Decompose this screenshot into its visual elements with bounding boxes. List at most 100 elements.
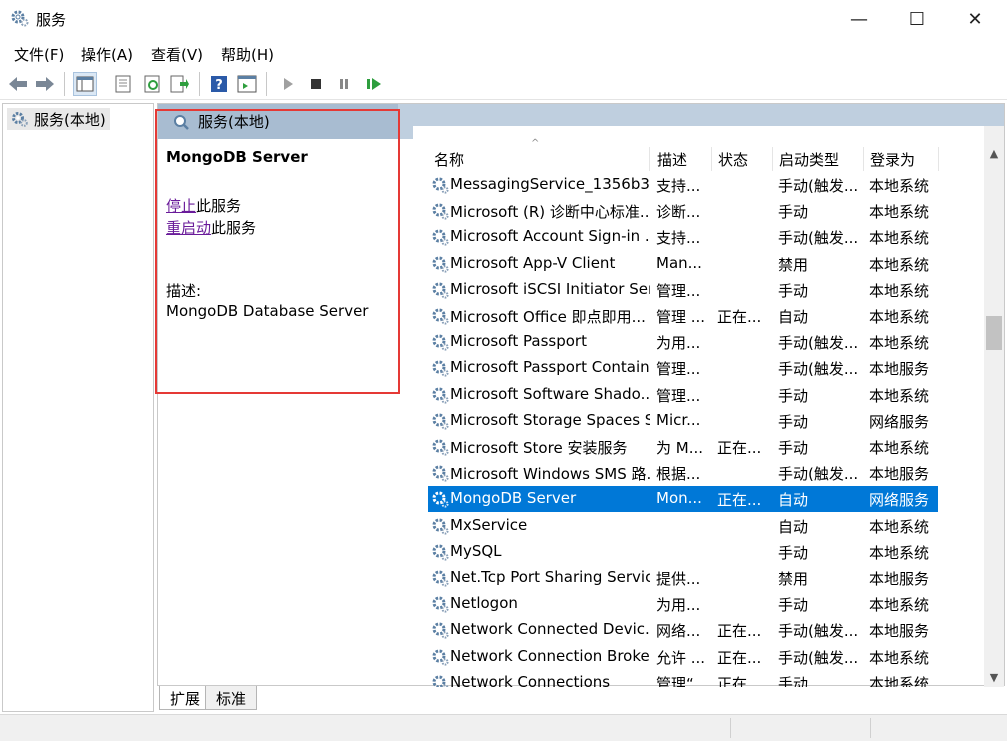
cell-log-on-as: 本地服务 <box>869 360 930 378</box>
cell-startup-type: 自动 <box>778 308 809 326</box>
menu-help[interactable]: 帮助(H) <box>221 44 274 65</box>
cell-name: Microsoft (R) 诊断中心标准... <box>450 203 650 221</box>
cell-log-on-as: 本地服务 <box>869 465 930 483</box>
status-bar <box>0 714 1007 741</box>
table-row[interactable]: Netlogon 为用... 手动 本地系统 <box>428 591 938 617</box>
service-gear-icon <box>432 203 449 220</box>
pause-service-icon[interactable] <box>332 72 356 96</box>
cell-status: 正在... <box>717 308 762 326</box>
table-row[interactable]: Microsoft Passport Container 管理... 手动(触发..… <box>428 355 938 381</box>
table-row[interactable]: Microsoft Store 安装服务 为 M... 正在... 手动 本地系统 <box>428 434 938 460</box>
scroll-up-arrow-icon[interactable]: ▲ <box>984 144 1004 162</box>
cell-log-on-as: 本地系统 <box>869 256 930 274</box>
tab-extended[interactable]: 扩展 <box>159 686 212 710</box>
table-row[interactable]: Microsoft iSCSI Initiator Ser... 管理... 手动 本… <box>428 277 938 303</box>
scroll-thumb[interactable] <box>986 316 1002 350</box>
cell-log-on-as: 本地系统 <box>869 203 930 221</box>
show-tree-icon[interactable] <box>73 72 97 96</box>
column-log-on-as[interactable]: 登录为 <box>864 147 939 171</box>
menu-view[interactable]: 查看(V) <box>151 44 203 65</box>
cell-log-on-as: 本地系统 <box>869 518 930 536</box>
column-description[interactable]: 描述 <box>651 147 712 171</box>
service-gear-icon <box>432 282 449 299</box>
pane-header: 服务(本地) <box>158 104 398 139</box>
toolbar: ? <box>0 68 1007 100</box>
toolbar-separator <box>199 72 200 96</box>
table-row[interactable]: Microsoft Account Sign-in ... 支持... 手动(触发.… <box>428 224 938 250</box>
restart-service-link[interactable]: 重启动 <box>166 219 211 237</box>
cell-startup-type: 禁用 <box>778 570 809 588</box>
help-icon[interactable]: ? <box>207 72 231 96</box>
service-gear-icon <box>432 465 449 482</box>
column-name[interactable]: 名称 <box>428 147 650 171</box>
cell-description: 管理... <box>656 360 701 378</box>
table-row[interactable]: Network Connection Broker 允许 ... 正在... 手动(触… <box>428 644 938 670</box>
cell-startup-type: 手动 <box>778 596 809 614</box>
menu-action[interactable]: 操作(A) <box>81 44 133 65</box>
stop-service-link[interactable]: 停止 <box>166 197 196 215</box>
table-row[interactable]: MxService 自动 本地系统 <box>428 513 938 539</box>
cell-name: Net.Tcp Port Sharing Service <box>450 568 650 586</box>
list-header: ^ 名称 描述 状态 启动类型 登录为 <box>413 126 985 171</box>
column-startup-type[interactable]: 启动类型 <box>773 147 864 171</box>
pane-header-title: 服务(本地) <box>198 113 270 131</box>
forward-arrow-icon[interactable] <box>33 72 57 96</box>
table-row[interactable]: MySQL 手动 本地系统 <box>428 539 938 565</box>
table-row[interactable]: Microsoft App-V Client Man... 禁用 本地系统 <box>428 251 938 277</box>
cell-log-on-as: 本地系统 <box>869 675 930 687</box>
gears-icon <box>11 10 29 27</box>
table-row[interactable]: Microsoft (R) 诊断中心标准... 诊断... 手动 本地系统 <box>428 198 938 224</box>
table-row[interactable]: MessagingService_1356b3... 支持... 手动(触发... 本… <box>428 172 938 198</box>
tab-standard[interactable]: 标准 <box>205 686 258 710</box>
export-list-icon[interactable] <box>168 72 192 96</box>
cell-log-on-as: 网络服务 <box>869 491 930 509</box>
cell-log-on-as: 本地系统 <box>869 649 930 667</box>
cell-startup-type: 手动(触发... <box>778 229 859 247</box>
services-list: ^ 名称 描述 状态 启动类型 登录为 MessagingService_135… <box>413 126 985 687</box>
service-gear-icon <box>432 308 449 325</box>
column-status[interactable]: 状态 <box>712 147 773 171</box>
minimize-button[interactable]: — <box>830 0 888 38</box>
cell-name: Microsoft Office 即点即用... <box>450 308 646 326</box>
maximize-button[interactable]: ☐ <box>888 0 946 38</box>
cell-description: 管理“... <box>656 675 709 687</box>
table-row[interactable]: Network Connections 管理“... 正在... 手动 本地系统 <box>428 670 938 687</box>
cell-log-on-as: 本地服务 <box>869 570 930 588</box>
toolbar-separator <box>64 72 65 96</box>
band-corner <box>398 126 414 139</box>
console-tree: 服务(本地) <box>2 103 154 712</box>
cell-name: Microsoft App-V Client <box>450 254 616 272</box>
cell-description: 管理... <box>656 282 701 300</box>
cell-startup-type: 禁用 <box>778 256 809 274</box>
cell-startup-type: 自动 <box>778 518 809 536</box>
console-icon[interactable] <box>235 72 259 96</box>
table-row[interactable]: Network Connected Devic... 网络... 正在... 手动(触… <box>428 617 938 643</box>
start-service-icon[interactable] <box>276 72 300 96</box>
service-gear-icon <box>432 649 449 666</box>
description-text: MongoDB Database Server <box>166 302 369 320</box>
table-row[interactable]: Microsoft Storage Spaces S... Micr... 手动 网络… <box>428 408 938 434</box>
cell-description: 支持... <box>656 177 701 195</box>
stop-service-icon[interactable] <box>304 72 328 96</box>
table-row[interactable]: MongoDB Server Mon... 正在... 自动 网络服务 <box>428 486 938 512</box>
back-arrow-icon[interactable] <box>6 72 30 96</box>
service-gear-icon <box>432 622 449 639</box>
table-row[interactable]: Microsoft Passport 为用... 手动(触发... 本地系统 <box>428 329 938 355</box>
cell-name: Microsoft Passport <box>450 332 587 350</box>
resume-service-icon[interactable] <box>362 72 386 96</box>
table-row[interactable]: Microsoft Windows SMS 路... 根据... 手动(触发... 本… <box>428 460 938 486</box>
close-button[interactable]: ✕ <box>946 0 1004 38</box>
service-gear-icon <box>432 544 449 561</box>
table-row[interactable]: Microsoft Software Shado... 管理... 手动 本地系统 <box>428 382 938 408</box>
refresh-icon[interactable] <box>141 72 165 96</box>
tree-item-local-services[interactable]: 服务(本地) <box>7 108 110 130</box>
properties-icon[interactable] <box>111 72 135 96</box>
table-row[interactable]: Net.Tcp Port Sharing Service 提供... 禁用 本地服务 <box>428 565 938 591</box>
cell-status: 正在... <box>717 439 762 457</box>
menu-file[interactable]: 文件(F) <box>14 44 64 65</box>
cell-startup-type: 手动(触发... <box>778 465 859 483</box>
table-row[interactable]: Microsoft Office 即点即用... 管理 ... 正在... 自动 本地系… <box>428 303 938 329</box>
scroll-down-arrow-icon[interactable]: ▼ <box>984 668 1004 686</box>
vertical-scrollbar[interactable]: ▲ ▼ <box>984 126 1004 687</box>
cell-startup-type: 手动 <box>778 413 809 431</box>
